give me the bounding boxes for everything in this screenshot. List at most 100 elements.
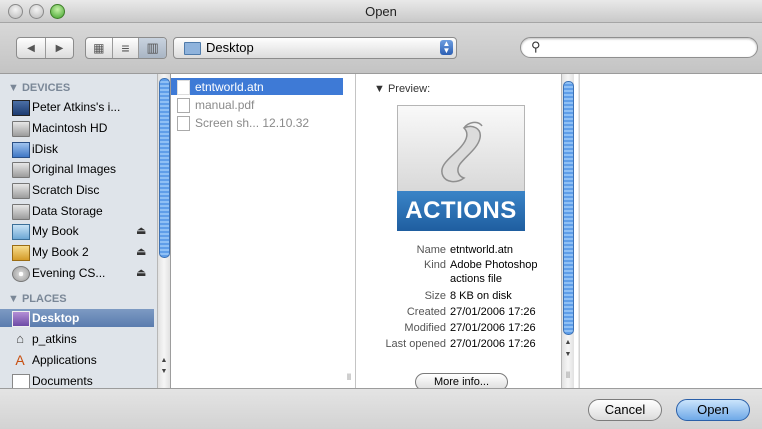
computer-icon (12, 100, 30, 116)
empty-column (579, 74, 762, 388)
sidebar-scrollbar[interactable]: ▲ ▼ (157, 74, 170, 388)
documents-icon (12, 374, 30, 388)
sidebar-item-label: Macintosh HD (32, 121, 108, 135)
sidebar-item-label: My Book 2 (32, 245, 89, 259)
preview-scroll-thumb[interactable] (563, 81, 574, 335)
list-view-button[interactable]: ≡ (113, 38, 140, 58)
sidebar-item-label: Peter Atkins's i... (32, 100, 121, 114)
search-input[interactable] (549, 40, 748, 56)
list-view-icon: ≡ (121, 40, 130, 56)
column-resize-handle[interactable]: ll (562, 370, 574, 380)
popup-arrows-icon: ▲ ▼ (440, 40, 453, 55)
sidebar-item-label: Original Images (32, 162, 117, 176)
eject-icon[interactable]: ⏏ (136, 245, 146, 258)
column-resize-handle[interactable]: ll (347, 372, 351, 382)
scroll-up-arrow-icon[interactable]: ▲ (562, 338, 574, 348)
pdf-file-icon (177, 98, 190, 113)
sidebar-scroll-thumb[interactable] (159, 78, 170, 258)
file-column: etntworld.atn manual.pdf Screen sh... 12… (171, 74, 356, 388)
toolbar: ◀ ▶ ▦ ≡ ▥ Desktop ▲ ▼ ⚲ (0, 23, 762, 74)
created-key: Created (406, 306, 446, 318)
list-item[interactable]: manual.pdf (171, 96, 343, 113)
actions-band: ACTIONS (397, 191, 525, 231)
preview-scrollbar[interactable]: ▲ ▼ ll (561, 74, 574, 388)
sidebar-item-label: Evening CS... (32, 266, 106, 280)
back-button[interactable]: ◀ (17, 38, 46, 58)
eject-icon[interactable]: ⏏ (136, 224, 146, 237)
idisk-icon (12, 142, 30, 158)
title-bar: Open (0, 0, 762, 23)
desktop-icon (12, 311, 30, 327)
forward-button[interactable]: ▶ (46, 38, 73, 58)
size-value: 8 KB on disk (450, 290, 512, 302)
forward-arrow-icon: ▶ (55, 42, 64, 54)
search-field[interactable]: ⚲ (520, 37, 758, 58)
location-label: Desktop (206, 40, 254, 55)
sidebar-item-documents[interactable]: Documents (12, 372, 93, 388)
sidebar-item-original-images[interactable]: Original Images (12, 160, 117, 178)
sidebar-item-label: Desktop (32, 311, 80, 325)
kind-value-line2: actions file (450, 273, 502, 285)
sidebar-item-data-storage[interactable]: Data Storage (12, 202, 103, 220)
last-opened-value: 27/01/2006 17:26 (450, 338, 536, 350)
column-view-icon: ▥ (146, 40, 159, 55)
sidebar-item-computer[interactable]: Peter Atkins's i... (12, 98, 121, 116)
search-icon: ⚲ (531, 39, 541, 54)
column-view-button[interactable]: ▥ (139, 38, 166, 58)
sidebar-item-applications[interactable]: A Applications (15, 351, 96, 369)
last-opened-key: Last opened (385, 338, 446, 350)
modified-key: Modified (404, 322, 446, 334)
action-file-icon (177, 80, 190, 95)
sidebar-item-label: Scratch Disc (32, 183, 100, 197)
external-drive-icon (12, 224, 30, 240)
hard-drive-icon (12, 204, 30, 220)
preview-label: ▼ Preview: (374, 83, 431, 95)
sidebar-item-scratch-disc[interactable]: Scratch Disc (12, 181, 100, 199)
kind-key: Kind (423, 259, 446, 271)
sidebar-item-evening-cs[interactable]: Evening CS... (12, 264, 106, 282)
image-file-icon (177, 116, 190, 131)
sidebar-item-label: iDisk (32, 142, 58, 156)
preview-pane: ▼ Preview: ACTIONS Name etntworld.atn Ki… (356, 74, 578, 391)
open-button[interactable]: Open (676, 399, 750, 421)
external-drive-icon (12, 245, 30, 261)
icon-view-button[interactable]: ▦ (86, 38, 113, 58)
open-dialog: Open ◀ ▶ ▦ ≡ ▥ Desktop ▲ ▼ ⚲ ▼ DEVICES P… (0, 0, 762, 429)
file-name: etntworld.atn (195, 79, 264, 94)
sidebar-item-label: p_atkins (32, 332, 77, 346)
actions-file-icon: ACTIONS (397, 105, 525, 231)
devices-header: ▼ DEVICES (8, 82, 71, 94)
back-arrow-icon: ◀ (27, 42, 35, 54)
scroll-down-arrow-icon[interactable]: ▼ (562, 350, 574, 360)
location-popup[interactable]: Desktop ▲ ▼ (173, 37, 457, 59)
file-name: Screen sh... 12.10.32 (195, 115, 310, 130)
sidebar: ▼ DEVICES Peter Atkins's i... Macintosh … (0, 74, 171, 388)
list-item[interactable]: etntworld.atn (171, 78, 343, 95)
name-value: etntworld.atn (450, 244, 513, 256)
scroll-up-arrow-icon[interactable]: ▲ (158, 356, 170, 366)
window-title: Open (365, 4, 397, 19)
disc-icon (12, 266, 30, 282)
kind-value-line1: Adobe Photoshop (450, 259, 538, 271)
folder-icon (184, 42, 201, 55)
cancel-button[interactable]: Cancel (588, 399, 662, 421)
button-bar: Cancel Open (0, 388, 762, 429)
places-header: ▼ PLACES (8, 293, 67, 305)
list-item[interactable]: Screen sh... 12.10.32 (171, 114, 343, 131)
icon-view-icon: ▦ (93, 41, 105, 55)
sidebar-item-desktop[interactable]: Desktop (0, 309, 154, 327)
sidebar-item-home[interactable]: ⌂ p_atkins (16, 330, 77, 348)
sidebar-item-idisk[interactable]: iDisk (12, 140, 58, 158)
eject-icon[interactable]: ⏏ (136, 266, 146, 279)
sidebar-item-macintosh-hd[interactable]: Macintosh HD (12, 119, 108, 137)
scroll-icon (397, 105, 525, 192)
modified-value: 27/01/2006 17:26 (450, 322, 536, 334)
scroll-down-arrow-icon[interactable]: ▼ (158, 367, 170, 377)
home-icon: ⌂ (16, 331, 24, 346)
hard-drive-icon (12, 183, 30, 199)
created-value: 27/01/2006 17:26 (450, 306, 536, 318)
sidebar-item-my-book-2[interactable]: My Book 2 (12, 243, 89, 261)
file-info: Name etntworld.atn Kind Adobe Photoshop … (356, 244, 578, 364)
size-key: Size (424, 290, 446, 302)
sidebar-item-my-book[interactable]: My Book (12, 222, 79, 240)
